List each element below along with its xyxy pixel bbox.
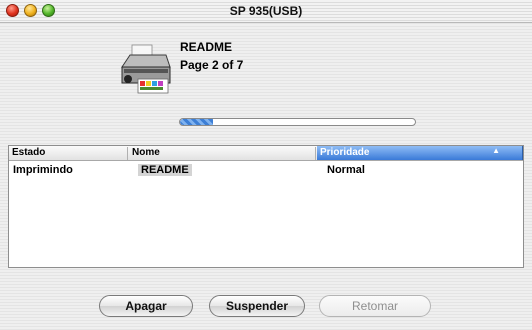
table-row[interactable]: Imprimindo README Normal [9,163,523,178]
printer-icon [121,44,171,94]
delete-button[interactable]: Apagar [99,295,193,317]
table-header: Estado Nome Prioridade ▲ [9,146,523,161]
print-queue-table[interactable]: Estado Nome Prioridade ▲ Imprimindo READ… [8,145,524,268]
column-header-estado[interactable]: Estado [9,147,128,160]
suspend-button[interactable]: Suspender [209,295,305,317]
cell-prioridade: Normal [327,164,365,176]
progress-bar [179,118,416,126]
column-header-nome[interactable]: Nome [129,147,316,160]
column-header-prioridade-label: Prioridade [320,147,370,158]
column-header-prioridade[interactable]: Prioridade ▲ [317,146,523,160]
progress-fill [180,119,213,125]
document-name: README [180,40,233,54]
page-status: Page 2 of 7 [180,58,244,72]
title-bar[interactable]: SP 935(USB) [0,0,532,23]
cell-nome: README [138,164,192,176]
sort-ascending-icon: ▲ [492,146,500,155]
resume-button[interactable]: Retomar [319,295,431,317]
cell-estado: Imprimindo [13,164,73,176]
window-title: SP 935(USB) [229,4,303,18]
